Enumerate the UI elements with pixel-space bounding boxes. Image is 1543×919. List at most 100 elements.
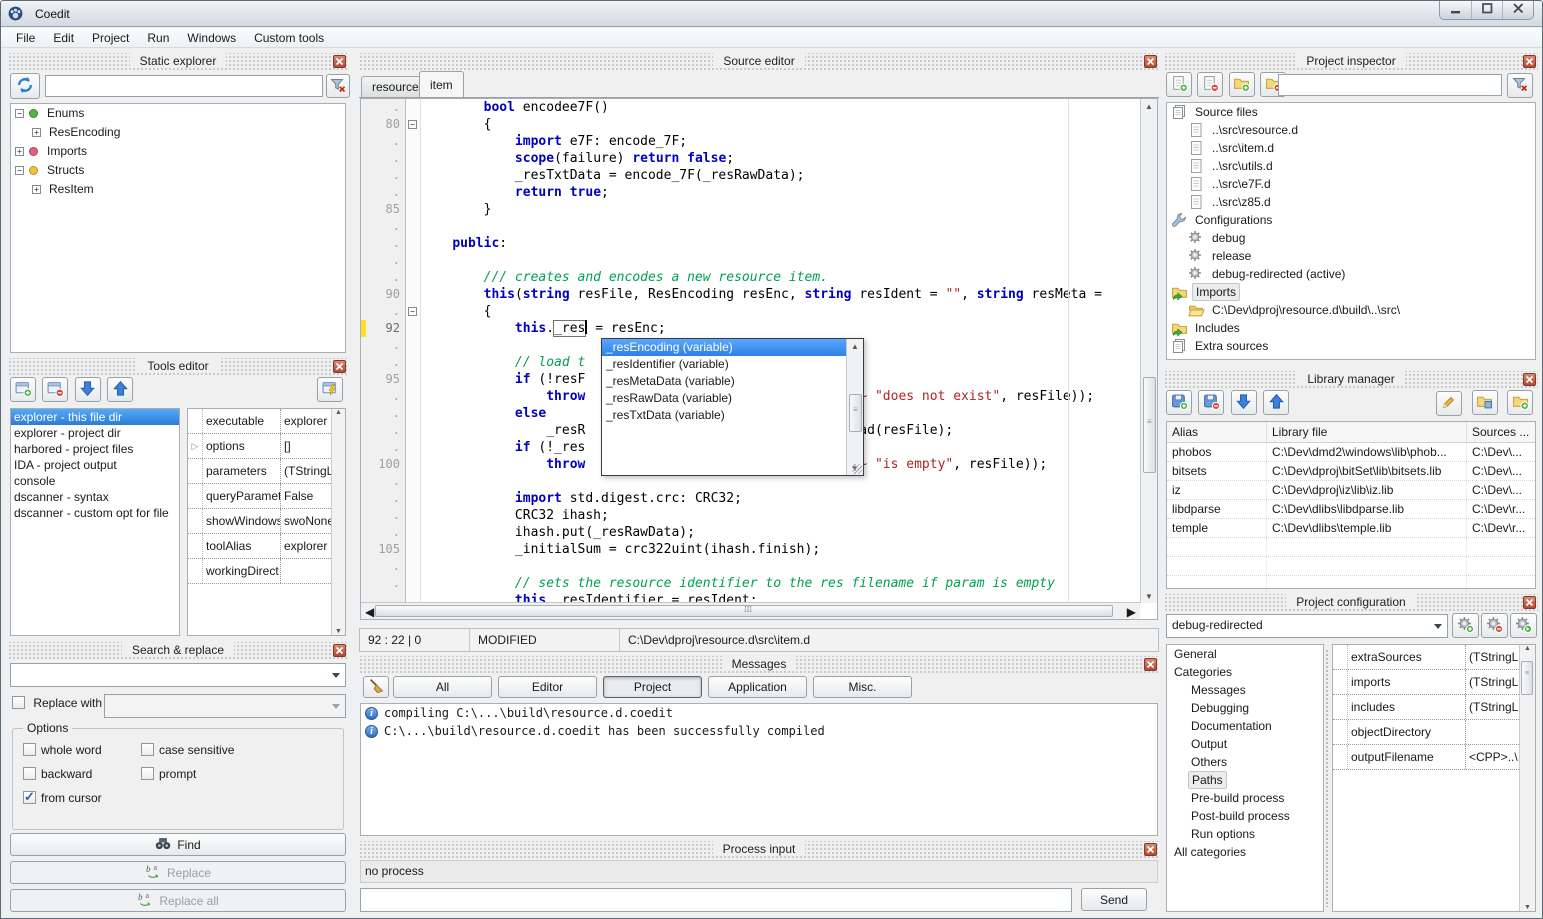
category-item[interactable]: Paths [1167, 771, 1323, 789]
panel-header[interactable]: Search & replace [8, 642, 348, 659]
add-folder-button[interactable] [1229, 72, 1255, 97]
completion-item[interactable]: _resRawData (variable) [602, 390, 846, 407]
code-line[interactable]: . public: [361, 235, 1157, 252]
category-item[interactable]: Output [1167, 735, 1323, 753]
maximize-button[interactable] [1471, 1, 1502, 19]
resize-grip-icon[interactable] [852, 464, 862, 474]
close-panel-button[interactable] [1523, 596, 1536, 609]
expand-icon[interactable]: + [15, 147, 24, 156]
panel-header[interactable]: Messages [359, 656, 1159, 673]
remove-library-button[interactable] [1198, 390, 1224, 415]
editor-hscrollbar[interactable]: ◀ ▶ [361, 602, 1140, 619]
code-line[interactable]: . [361, 252, 1157, 269]
completion-scrollbar[interactable]: ▲▼ [846, 339, 863, 475]
symbol-tree-item[interactable]: −Structs [11, 161, 345, 180]
replace-button[interactable]: ba Replace [10, 861, 346, 884]
column-header[interactable]: Alias [1167, 422, 1267, 442]
close-panel-button[interactable] [333, 360, 346, 373]
category-item[interactable]: Pre-build process [1167, 789, 1323, 807]
remove-configuration-button[interactable] [1481, 613, 1508, 638]
expand-icon[interactable]: + [32, 128, 41, 137]
panel-header[interactable]: Library manager [1164, 371, 1538, 388]
symbol-tree-item[interactable]: −Enums [11, 104, 345, 123]
remove-tool-button[interactable] [42, 377, 68, 402]
project-tree-item[interactable]: ..\src\z85.d [1167, 193, 1535, 211]
code-line[interactable]: . /// creates and encodes a new resource… [361, 269, 1157, 286]
symbol-tree-item[interactable]: +Imports [11, 142, 345, 161]
close-panel-button[interactable] [1144, 658, 1157, 671]
code-line[interactable]: . // sets the resource identifier to the… [361, 575, 1157, 592]
filter-misc-button[interactable]: Misc. [813, 676, 912, 698]
code-line[interactable]: . return true; [361, 184, 1157, 201]
filter-editor-button[interactable]: Editor [498, 676, 597, 698]
close-panel-button[interactable] [1523, 55, 1536, 68]
code-line[interactable]: . bool encodee7F() [361, 99, 1157, 116]
menu-edit[interactable]: Edit [44, 29, 83, 47]
refresh-button[interactable] [10, 73, 40, 99]
symbol-tree-item[interactable]: +ResItem [11, 180, 345, 199]
filter-all-button[interactable]: All [393, 676, 492, 698]
move-down-button[interactable] [75, 377, 101, 402]
code-line[interactable]: . [361, 218, 1157, 235]
panel-header[interactable]: Process input [359, 841, 1159, 858]
table-row[interactable]: izC:\Dev\dproj\iz\lib\iz.libC:\Dev\... [1167, 481, 1535, 500]
category-item[interactable]: Categories [1167, 663, 1323, 681]
category-item[interactable]: Post-build process [1167, 807, 1323, 825]
message-item[interactable]: iC:\...\build\resource.d.coedit has been… [361, 722, 1157, 740]
close-button[interactable] [1502, 1, 1533, 19]
code-line[interactable]: 92 this._res = resEnc; [361, 320, 1157, 337]
hscroll-thumb[interactable] [375, 605, 1113, 617]
code-line[interactable]: .− { [361, 303, 1157, 320]
inspector-filter-input[interactable] [1278, 74, 1502, 96]
project-tree-item[interactable]: Source files [1167, 103, 1535, 121]
grid-scroll-thumb[interactable] [1521, 661, 1533, 695]
titlebar[interactable]: Coedit [1, 1, 1542, 27]
completion-item[interactable]: _resIdentifier (variable) [602, 356, 846, 373]
project-tree-item[interactable]: Extra sources [1167, 337, 1535, 355]
code-line[interactable]: . CRC32 ihash; [361, 507, 1157, 524]
run-tool-button[interactable] [317, 377, 343, 402]
property-row[interactable]: toolAliasexplorer [188, 534, 345, 559]
category-item[interactable]: All categories [1167, 843, 1323, 861]
move-down-button[interactable] [1231, 390, 1257, 415]
minimize-button[interactable] [1440, 1, 1471, 19]
whole-word-checkbox[interactable] [23, 743, 36, 756]
completion-item[interactable]: _resTxtData (variable) [602, 407, 846, 424]
tool-list-item[interactable]: explorer - this file dir [11, 409, 179, 425]
table-row[interactable]: phobosC:\Dev\dmd2\windows\lib\phob...C:\… [1167, 443, 1535, 462]
completion-item[interactable]: _resEncoding (variable) [602, 339, 846, 356]
filter-project-button[interactable]: Project [603, 676, 702, 698]
menu-run[interactable]: Run [138, 29, 178, 47]
add-configuration-button[interactable] [1452, 613, 1479, 638]
code-line[interactable]: . ihash.put(_resRawData); [361, 524, 1157, 541]
vscroll-thumb[interactable] [1143, 377, 1156, 473]
property-row[interactable]: includes(TStringL [1333, 695, 1535, 720]
property-row[interactable]: parameters(TStringL [188, 459, 345, 484]
clone-configuration-button[interactable] [1510, 613, 1537, 638]
property-row[interactable]: ▷options[] [188, 434, 345, 459]
fold-collapse-icon[interactable]: − [408, 120, 417, 129]
property-row[interactable]: showWindowsswoNone [188, 509, 345, 534]
table-header[interactable]: AliasLibrary fileSources ... [1167, 422, 1535, 443]
menu-windows[interactable]: Windows [178, 29, 245, 47]
table-row[interactable]: bitsetsC:\Dev\dproj\bitSet\lib\bitsets.l… [1167, 462, 1535, 481]
panel-header[interactable]: Project inspector [1164, 53, 1538, 70]
category-item[interactable]: Others [1167, 753, 1323, 771]
category-item[interactable]: Run options [1167, 825, 1323, 843]
from-cursor-checkbox[interactable] [23, 791, 36, 804]
property-row[interactable]: extraSources(TStringL [1333, 645, 1535, 670]
category-item[interactable]: Debugging [1167, 699, 1323, 717]
expand-icon[interactable]: + [32, 185, 41, 194]
add-library-button[interactable] [1166, 390, 1192, 415]
configuration-selector[interactable]: debug-redirected [1166, 614, 1448, 638]
property-row[interactable]: queryParametFalse [188, 484, 345, 509]
close-panel-button[interactable] [1523, 373, 1536, 386]
tool-list-item[interactable]: dscanner - custom opt for file [11, 505, 179, 521]
project-tree-item[interactable]: ..\src\resource.d [1167, 121, 1535, 139]
process-input-field[interactable] [360, 888, 1072, 912]
prompt-checkbox[interactable] [141, 767, 154, 780]
completion-scroll-thumb[interactable] [849, 394, 862, 432]
clear-filter-button[interactable] [1507, 73, 1533, 98]
project-tree-item[interactable]: release [1167, 247, 1535, 265]
project-tree-item[interactable]: Imports [1167, 283, 1535, 301]
